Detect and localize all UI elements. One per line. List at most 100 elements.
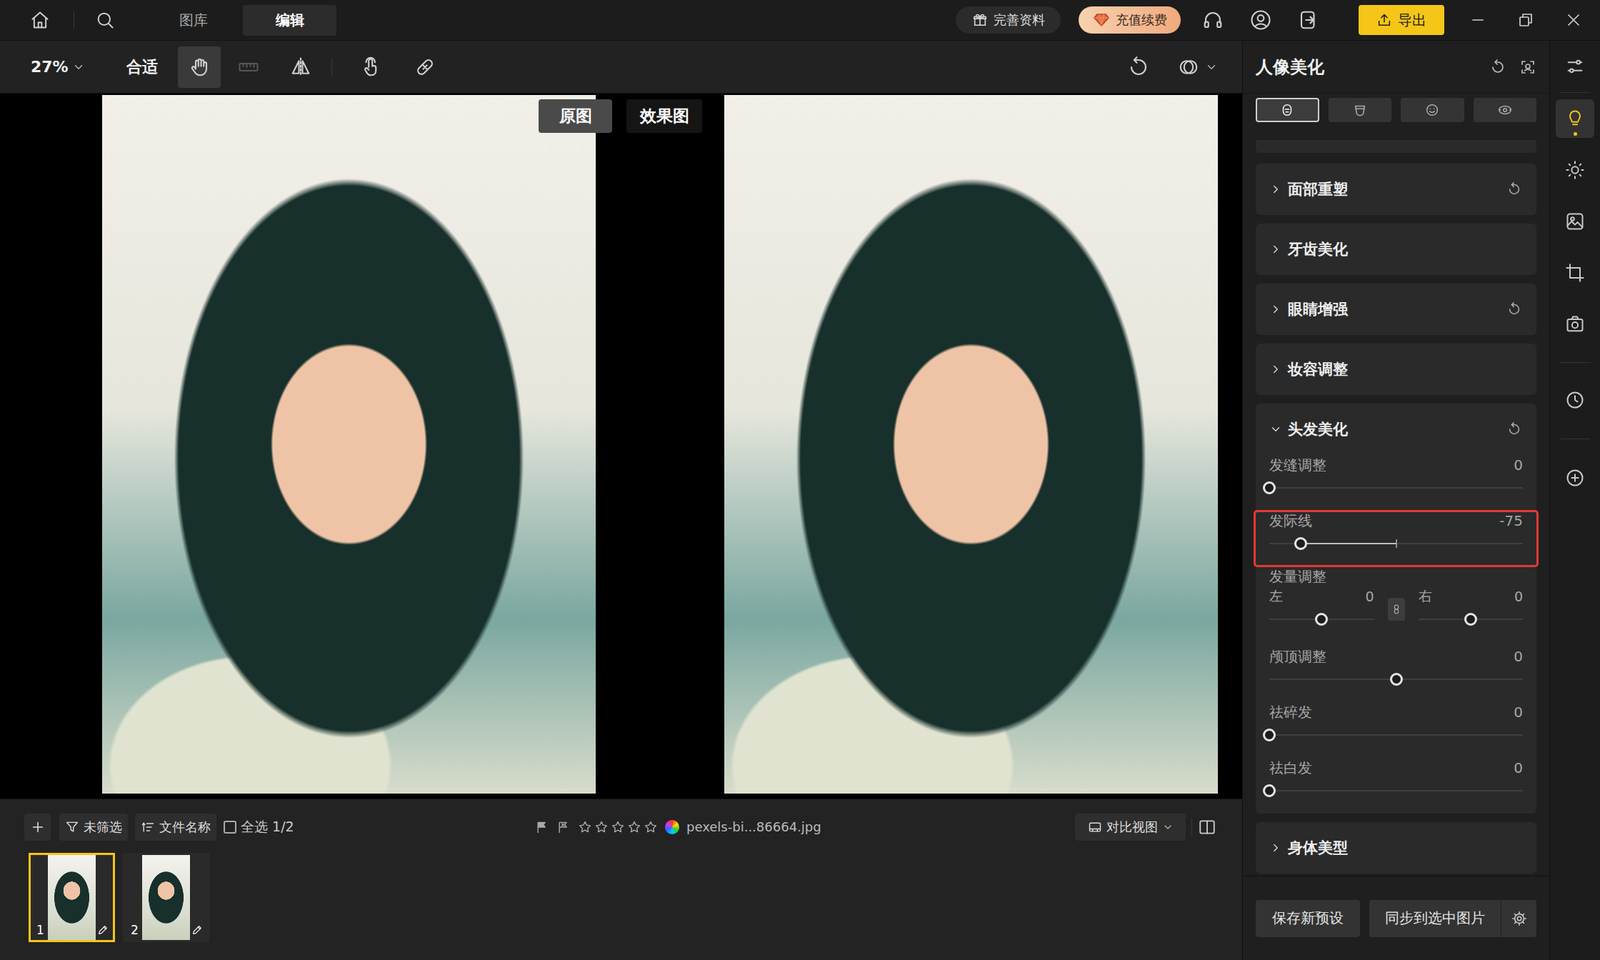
rating[interactable] [577,820,658,835]
close-icon[interactable] [1565,11,1583,29]
panel-tab[interactable] [1473,97,1538,123]
nav-tab[interactable]: 编辑 [242,5,337,36]
reject-flag-icon[interactable] [556,820,571,835]
color-label-icon[interactable] [665,820,680,835]
save-preset-button[interactable]: 保存新预设 [1255,900,1360,938]
sidebar-item[interactable] [1550,92,1600,145]
slider-knob[interactable] [1262,481,1276,495]
export-button[interactable]: 导出 [1358,5,1445,35]
chevron-down-icon[interactable] [1205,60,1218,74]
search-icon[interactable] [95,10,115,30]
sidebar-item[interactable] [1550,195,1600,248]
slider[interactable] [1269,727,1523,743]
slider[interactable] [1269,783,1523,798]
headset-icon[interactable] [1202,9,1224,31]
fit-button[interactable]: 合适 [124,56,160,78]
filter-button[interactable]: 未筛选 [59,813,128,841]
chevron-icon [1269,841,1283,855]
face-scan-icon[interactable] [1519,58,1537,76]
slider-area [1269,777,1523,804]
star-icon[interactable] [577,820,593,835]
section-reset[interactable] [1505,420,1523,438]
section-header[interactable]: 头发美化 [1255,403,1537,455]
slider-area [1269,475,1523,501]
reset-icon[interactable] [1489,58,1507,76]
slider-knob[interactable] [1390,672,1403,686]
section-header[interactable]: 牙齿美化 [1255,223,1537,275]
compare-icon [1087,820,1103,835]
section-card: 头发美化发缝调整0发际线-75发量调整左0右0颅顶调整0祛碎发0祛白发0 [1255,403,1537,814]
thumbnail[interactable]: 1 [28,852,115,943]
sidebar-item[interactable] [1550,144,1600,196]
overlay-icon[interactable] [1177,56,1200,78]
user-icon[interactable] [1250,9,1272,31]
star-icon[interactable] [610,820,625,835]
zoom-level[interactable]: 27% [30,57,73,76]
restore-icon[interactable] [1517,11,1535,29]
section-reset[interactable] [1505,180,1523,198]
chevron-icon [1269,362,1283,376]
sync-settings-button[interactable] [1500,900,1537,938]
section-header[interactable]: 身体美型 [1255,822,1537,874]
section-header[interactable]: 面部重塑 [1255,163,1537,215]
reset-icon[interactable] [1127,56,1150,78]
slider[interactable] [1269,536,1523,551]
chevron-down-icon[interactable] [72,60,85,74]
slider[interactable] [1418,612,1524,627]
tool-button[interactable] [403,46,447,88]
thumbnail-number: 1 [36,922,45,938]
slider[interactable] [1269,612,1375,627]
section-header[interactable]: 妆容调整 [1255,343,1537,395]
home-icon[interactable] [30,10,50,30]
sidebar-item[interactable] [1550,247,1600,299]
sort-button[interactable]: 文件名称 [135,813,217,841]
slider-knob[interactable] [1262,784,1276,798]
recharge-button[interactable]: 充值续费 [1078,6,1181,34]
tool-button[interactable] [279,46,323,88]
tool-button[interactable] [350,46,393,88]
section-header[interactable]: 眼睛增强 [1255,283,1537,335]
filter-icon [65,820,80,835]
select-all-checkbox[interactable] [223,820,237,834]
panel-tab[interactable] [1328,97,1393,123]
profile-button[interactable]: 完善资料 [955,6,1061,34]
star-icon[interactable] [627,820,642,835]
sidebar-item[interactable] [1550,298,1600,350]
slider-knob[interactable] [1262,728,1276,742]
link-button[interactable] [1387,597,1405,621]
face-icon [1279,102,1295,118]
side-label-row: 右0 [1418,586,1524,607]
slider-knob[interactable] [1464,612,1478,626]
sync-button[interactable]: 同步到选中图片 [1369,900,1501,938]
slider[interactable] [1269,672,1523,687]
adjust-panel: 人像美化面部重塑牙齿美化眼睛增强妆容调整头发美化发缝调整0发际线-75发量调整左… [1242,40,1550,960]
star-icon[interactable] [643,820,658,835]
view-mode-dropdown[interactable]: 对比视图 [1075,813,1186,841]
split-view-icon[interactable] [1197,817,1217,837]
minimize-icon[interactable] [1469,11,1487,29]
thumbnail-photo [47,855,96,940]
flag-icon[interactable] [535,820,550,835]
slider-knob[interactable] [1294,537,1308,550]
panel-tab[interactable] [1255,97,1320,123]
sidebar-item[interactable] [1550,40,1600,93]
slider-area [1269,722,1523,748]
slider-knob[interactable] [1315,612,1328,626]
sidebar-item[interactable] [1550,374,1600,426]
add-button[interactable] [24,813,51,841]
logout-icon[interactable] [1297,9,1320,31]
tool-button[interactable] [177,46,221,88]
nav-tab[interactable]: 图库 [146,5,240,36]
sort-icon [140,820,155,835]
slider-track [1269,734,1523,736]
result-label: 效果图 [626,99,703,133]
panel-tab[interactable] [1400,97,1465,123]
section-card: 身体美型 [1255,822,1537,874]
sidebar-item[interactable] [1550,452,1600,504]
slider[interactable] [1269,480,1523,495]
side-label-row: 左0 [1269,586,1375,607]
section-reset[interactable] [1505,300,1523,318]
star-icon[interactable] [594,820,609,835]
thumbnail[interactable]: 2 [122,852,210,943]
select-all-label[interactable]: 全选 1/2 [240,817,295,837]
